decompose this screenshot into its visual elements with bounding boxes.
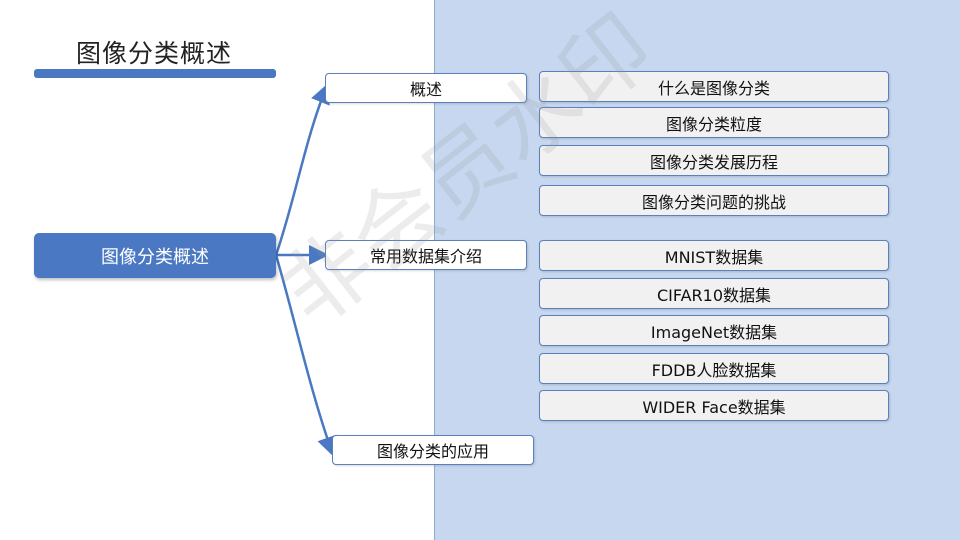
mindmap-root-node[interactable]: 图像分类概述 bbox=[34, 233, 276, 278]
connector-overview bbox=[274, 83, 330, 256]
connector-applications bbox=[274, 254, 337, 457]
leaf-classification-history[interactable]: 图像分类发展历程 bbox=[539, 145, 889, 176]
leaf-imagenet-dataset[interactable]: ImageNet数据集 bbox=[539, 315, 889, 346]
leaf-classification-granularity[interactable]: 图像分类粒度 bbox=[539, 107, 889, 138]
leaf-wider-face-dataset[interactable]: WIDER Face数据集 bbox=[539, 390, 889, 421]
leaf-classification-challenges[interactable]: 图像分类问题的挑战 bbox=[539, 185, 889, 216]
branch-overview[interactable]: 概述 bbox=[325, 73, 527, 103]
leaf-mnist-dataset[interactable]: MNIST数据集 bbox=[539, 240, 889, 271]
branch-applications[interactable]: 图像分类的应用 bbox=[332, 435, 534, 465]
branch-datasets[interactable]: 常用数据集介绍 bbox=[325, 240, 527, 270]
leaf-cifar10-dataset[interactable]: CIFAR10数据集 bbox=[539, 278, 889, 309]
leaf-what-is-image-classification[interactable]: 什么是图像分类 bbox=[539, 71, 889, 102]
leaf-fddb-dataset[interactable]: FDDB人脸数据集 bbox=[539, 353, 889, 384]
